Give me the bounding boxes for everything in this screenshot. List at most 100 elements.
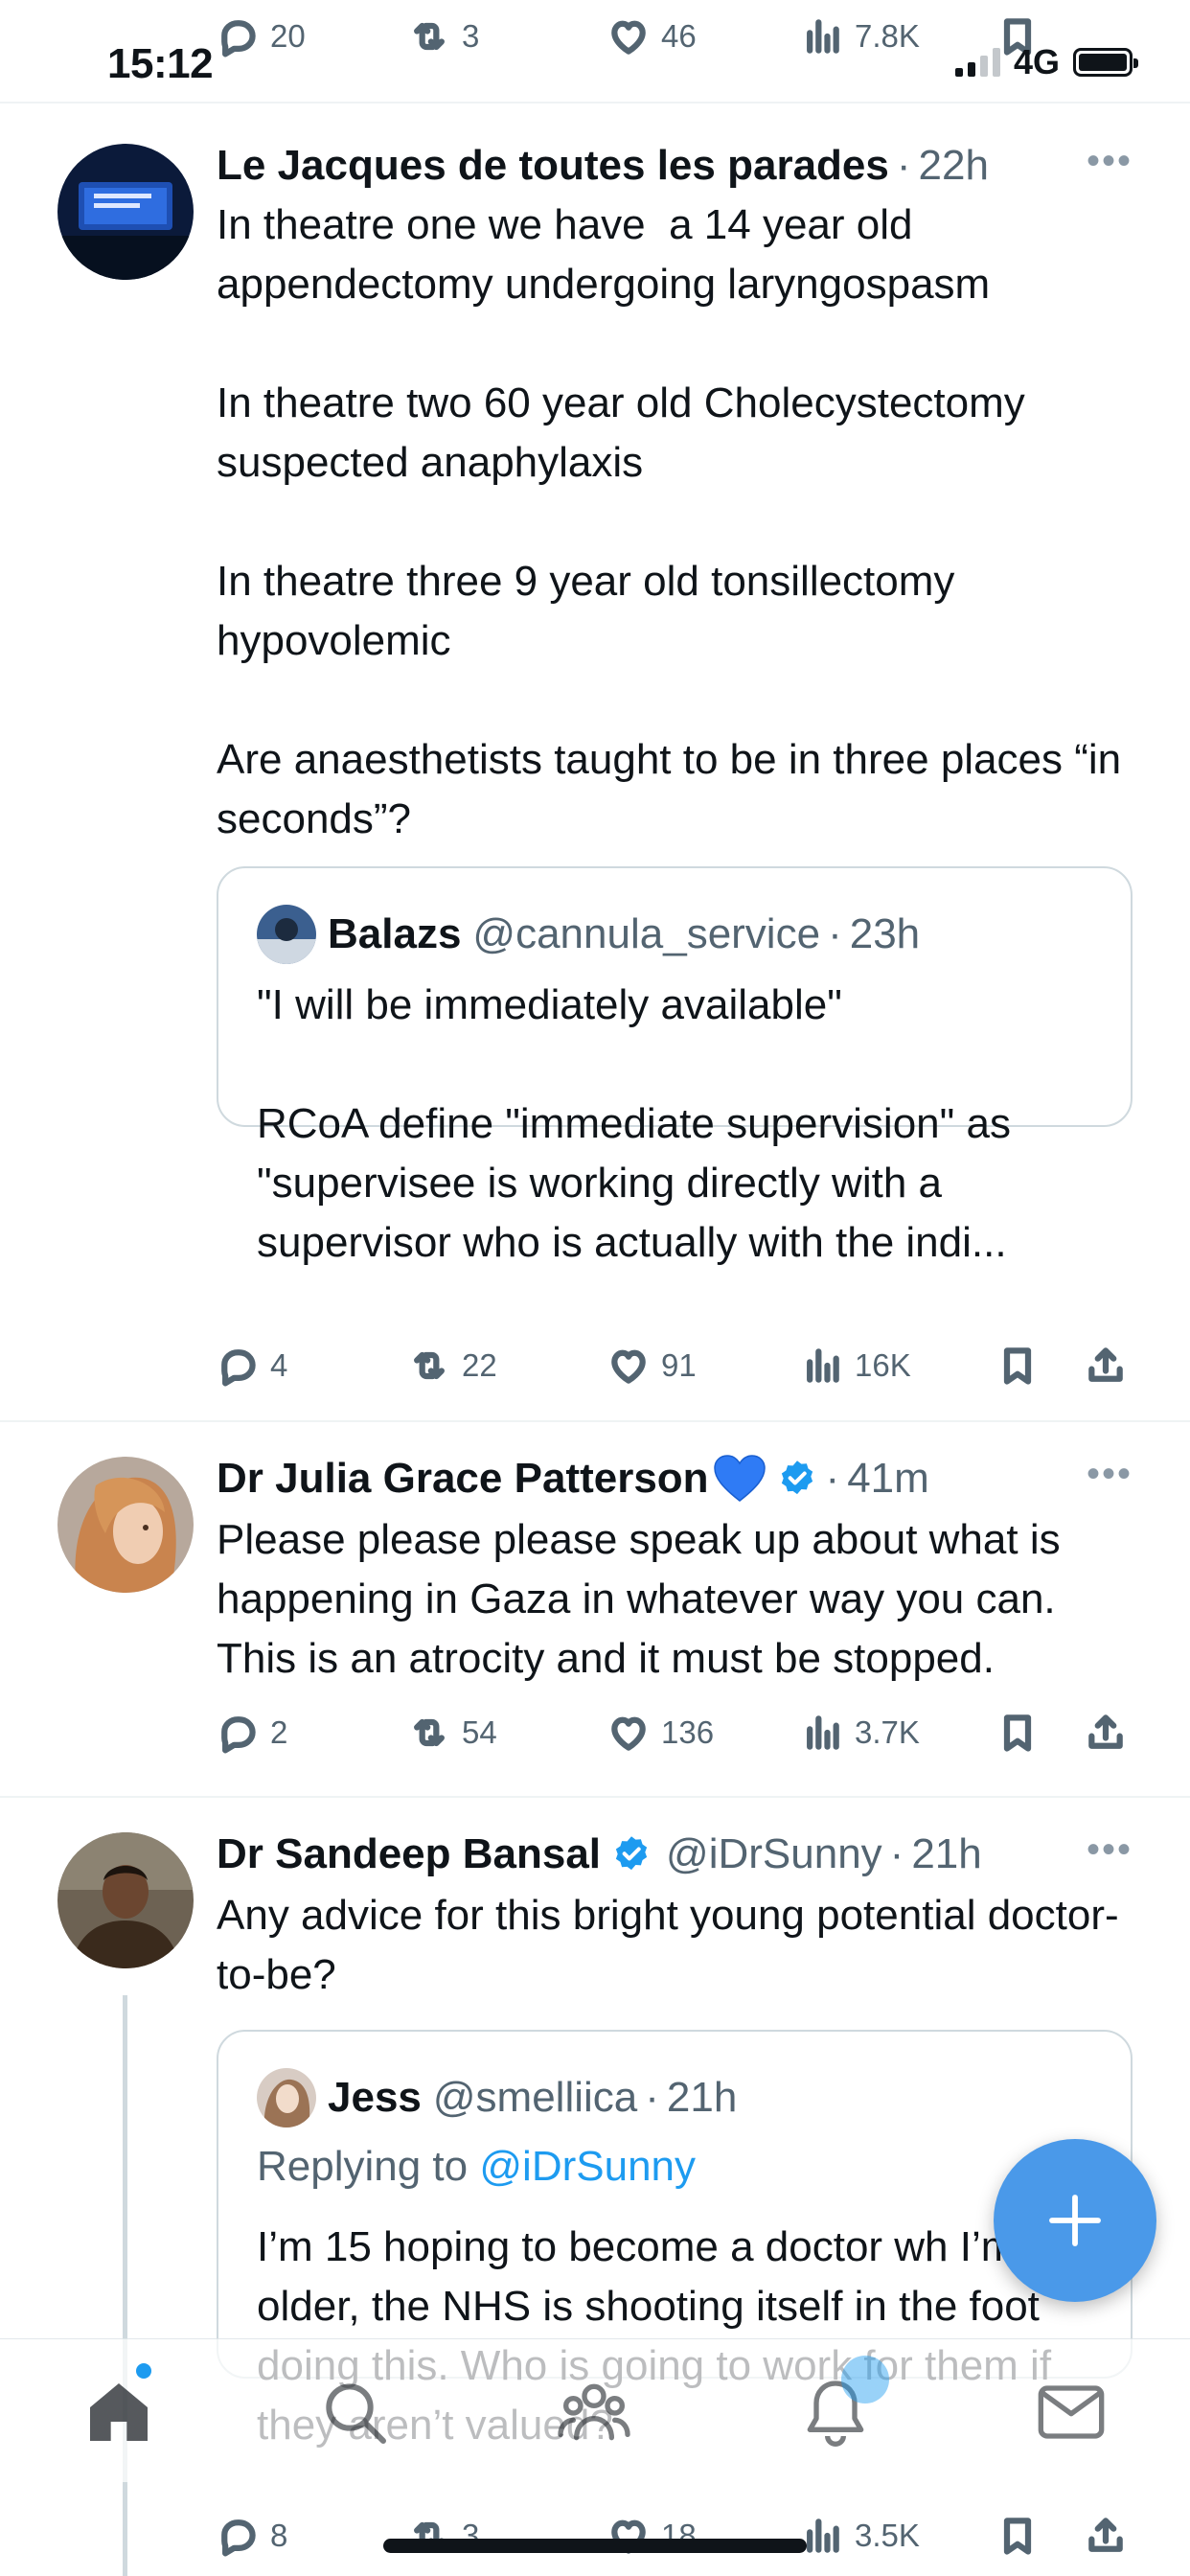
views-button[interactable]: 3.5K xyxy=(801,2515,920,2557)
reply-button[interactable]: 20 xyxy=(217,15,306,58)
retweet-count: 22 xyxy=(462,1347,497,1383)
reply-icon xyxy=(217,1345,259,1387)
views-count: 3.5K xyxy=(855,2518,920,2553)
quote-author-handle: @smelliica xyxy=(432,2074,638,2121)
retweet-button[interactable]: 3 xyxy=(408,15,479,58)
tweet-time[interactable]: 41m xyxy=(847,1455,929,1503)
verified-badge-icon[interactable] xyxy=(610,1833,652,1875)
status-time: 15:12 xyxy=(107,40,214,87)
retweet-button[interactable]: 54 xyxy=(408,1712,497,1754)
share-button[interactable] xyxy=(1085,1345,1127,1387)
tweet-actions: 8 3 18 3.5K xyxy=(0,2507,1190,2564)
avatar[interactable] xyxy=(57,1832,194,1968)
retweet-button[interactable]: 22 xyxy=(408,1345,497,1387)
quoted-tweet[interactable]: Balazs @cannula_service · 23h "I will be… xyxy=(217,866,1133,1266)
bookmark-button[interactable] xyxy=(996,1345,1039,1387)
replying-to: Replying to @iDrSunny xyxy=(257,2143,696,2191)
quote-header: Balazs @cannula_service · 23h xyxy=(257,905,920,964)
quote-avatar xyxy=(257,905,316,964)
bookmark-icon xyxy=(996,1345,1039,1387)
avatar[interactable] xyxy=(57,144,194,280)
views-count: 7.8K xyxy=(855,18,920,54)
blue-heart-icon xyxy=(713,1455,766,1502)
home-indicator[interactable] xyxy=(383,2539,807,2553)
retweet-icon xyxy=(408,1345,450,1387)
tweet-header: Dr Julia Grace Patterson · 41m ••• xyxy=(217,1453,1133,1503)
quote-header: Jess @smelliica · 21h xyxy=(257,2068,737,2128)
tweet[interactable]: Le Jacques de toutes les parades · 22h •… xyxy=(0,102,1190,1422)
heart-icon xyxy=(607,1345,650,1387)
tweet-actions: 4 22 91 16K xyxy=(0,1337,1190,1394)
heart-icon xyxy=(607,15,650,58)
views-button[interactable]: 7.8K xyxy=(801,15,920,58)
thread-line xyxy=(123,1995,127,2576)
retweet-count: 3 xyxy=(462,18,480,54)
views-button[interactable]: 16K xyxy=(801,1345,911,1387)
tweet-time[interactable]: 22h xyxy=(919,142,989,190)
author-handle[interactable]: @iDrSunny xyxy=(666,1830,882,1878)
like-button[interactable]: 136 xyxy=(607,1712,714,1754)
compose-button[interactable] xyxy=(994,2139,1156,2302)
reply-icon xyxy=(217,2515,259,2557)
author-name[interactable]: Dr Sandeep Bansal xyxy=(217,1830,601,1878)
nav-search[interactable] xyxy=(316,2374,393,2450)
share-icon xyxy=(1085,1712,1127,1754)
quote-time: 23h xyxy=(849,910,921,957)
status-bar: 20 3 46 7.8K 15:12 4G xyxy=(0,0,1190,101)
bookmark-icon xyxy=(996,1712,1039,1754)
bottom-nav xyxy=(0,2338,1190,2482)
reply-button[interactable]: 8 xyxy=(217,2515,287,2557)
plus-icon xyxy=(1049,2195,1101,2246)
quote-avatar xyxy=(257,2068,316,2128)
nav-messages[interactable] xyxy=(1033,2374,1110,2450)
quote-author-name: Balazs xyxy=(328,910,462,957)
home-unread-dot xyxy=(136,2363,151,2379)
share-icon xyxy=(1085,2515,1127,2557)
more-options-icon[interactable]: ••• xyxy=(1087,1828,1133,1872)
signal-icon xyxy=(954,48,1000,77)
nav-communities[interactable] xyxy=(556,2374,632,2450)
reply-count: 2 xyxy=(270,1714,288,1750)
quote-text: "I will be immediately available" RCoA d… xyxy=(257,981,1011,1266)
like-count: 136 xyxy=(661,1714,715,1750)
battery-icon xyxy=(1073,48,1138,77)
views-icon xyxy=(801,1345,843,1387)
tweet[interactable]: Dr Julia Grace Patterson · 41m ••• Pleas… xyxy=(0,1422,1190,1798)
like-button[interactable]: 46 xyxy=(607,15,697,58)
bookmark-button[interactable] xyxy=(996,1712,1039,1754)
quote-author-name: Jess xyxy=(328,2074,422,2121)
views-button[interactable]: 3.7K xyxy=(801,1712,920,1754)
bookmark-button[interactable] xyxy=(996,2515,1039,2557)
heart-icon xyxy=(607,1712,650,1754)
reply-button[interactable]: 2 xyxy=(217,1712,287,1754)
communities-icon xyxy=(558,2383,630,2441)
replying-to-label: Replying to xyxy=(257,2143,469,2190)
author-name[interactable]: Le Jacques de toutes les parades xyxy=(217,142,889,190)
tweet-text: Please please please speak up about what… xyxy=(217,1516,1072,1682)
retweet-icon xyxy=(408,15,450,58)
status-indicators: 4G xyxy=(954,42,1138,82)
more-options-icon[interactable]: ••• xyxy=(1087,140,1133,183)
views-icon xyxy=(801,15,843,58)
share-button[interactable] xyxy=(1085,2515,1127,2557)
reply-button[interactable]: 4 xyxy=(217,1345,287,1387)
like-button[interactable]: 91 xyxy=(607,1345,697,1387)
reply-count: 8 xyxy=(270,2518,288,2553)
share-button[interactable] xyxy=(1085,1712,1127,1754)
views-icon xyxy=(801,1712,843,1754)
network-label: 4G xyxy=(1013,42,1060,81)
author-name[interactable]: Dr Julia Grace Patterson xyxy=(217,1455,709,1503)
more-options-icon[interactable]: ••• xyxy=(1087,1453,1133,1496)
avatar[interactable] xyxy=(57,1457,194,1593)
views-icon xyxy=(801,2515,843,2557)
tweet-header: Dr Sandeep Bansal @iDrSunny · 21h ••• xyxy=(217,1828,1133,1878)
tweet-time[interactable]: 21h xyxy=(911,1830,981,1878)
tweet-actions: 2 54 136 3.7K xyxy=(0,1704,1190,1761)
reply-icon xyxy=(217,15,259,58)
bookmark-icon xyxy=(996,2515,1039,2557)
nav-home[interactable] xyxy=(80,2374,157,2450)
verified-badge-icon[interactable] xyxy=(776,1458,818,1500)
like-count: 46 xyxy=(661,18,697,54)
replying-to-handle[interactable]: @iDrSunny xyxy=(479,2143,696,2190)
messages-icon xyxy=(1038,2385,1105,2439)
